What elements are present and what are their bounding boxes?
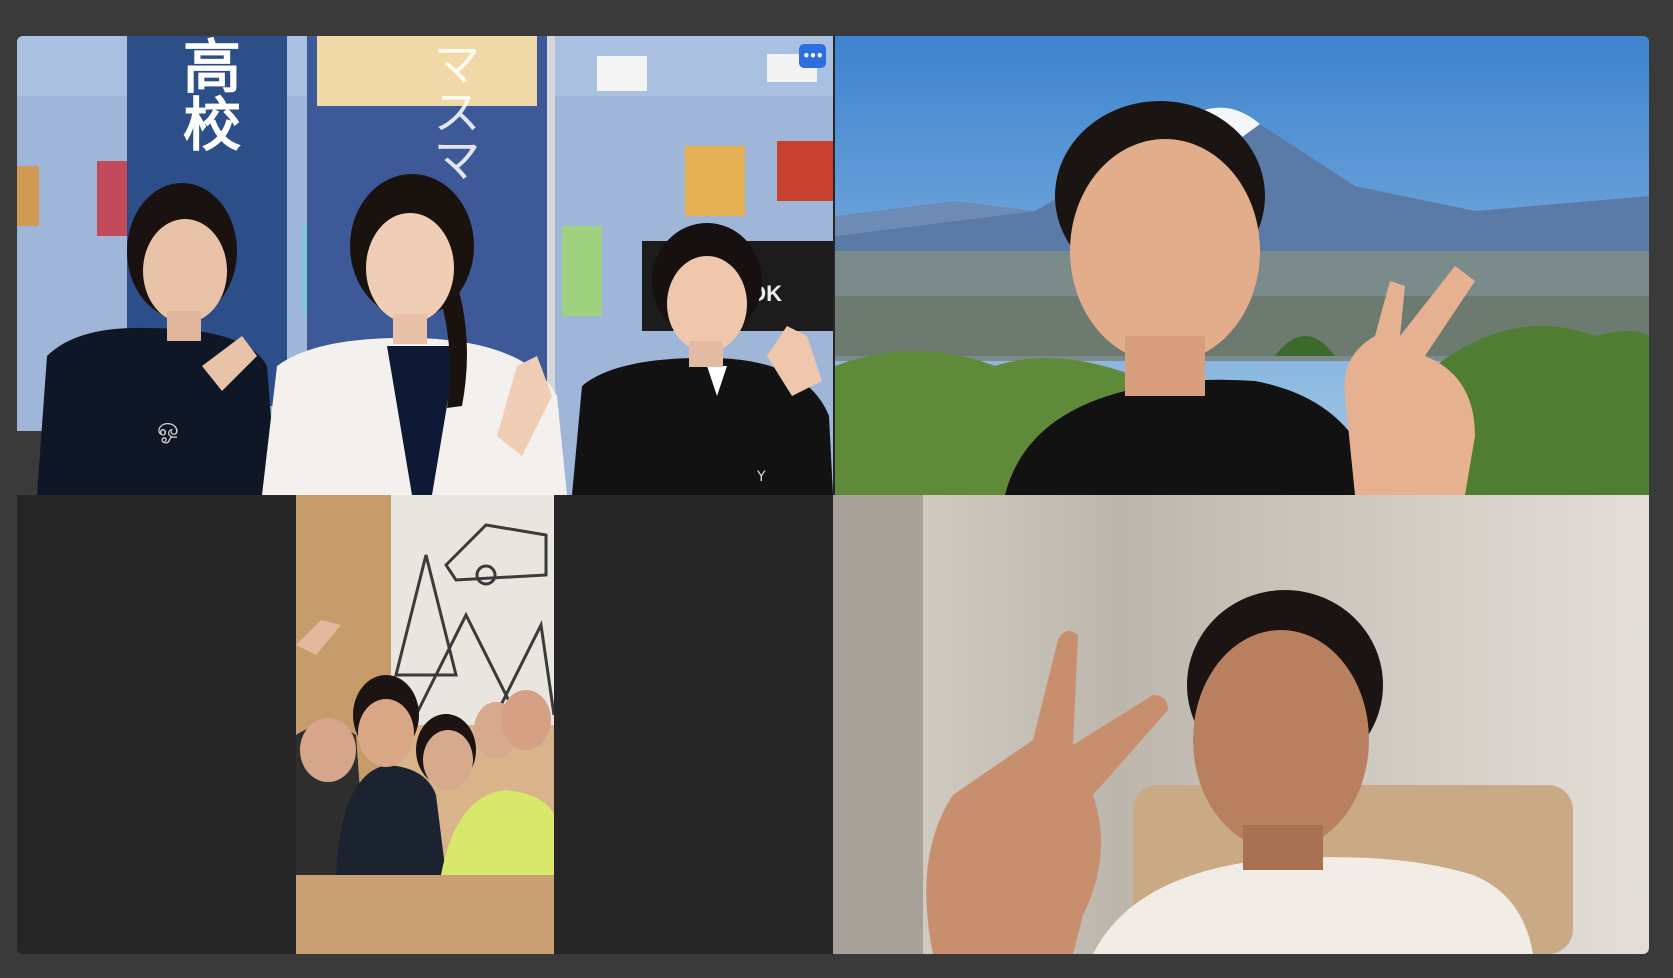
gallery-view: OUOK 土宮高校 マスマ ஓ — [17, 36, 1649, 954]
participant-video-mountain-background — [835, 36, 1649, 495]
video-tile-1[interactable]: OUOK 土宮高校 マスマ ஓ — [17, 36, 833, 495]
participant-video-indoor — [833, 495, 1649, 954]
banner2-text: マスマ — [424, 39, 480, 183]
participant-video-group — [296, 495, 554, 954]
video-tile-3[interactable] — [17, 495, 833, 954]
participant-video-classroom: OUOK 土宮高校 マスマ ஓ — [17, 36, 833, 495]
banner-text: 土宮高校 — [173, 36, 241, 152]
video-meeting-window: OUOK 土宮高校 マスマ ஓ — [0, 0, 1673, 978]
more-options-icon: ••• — [802, 49, 823, 63]
more-options-button[interactable]: ••• — [799, 44, 826, 68]
svg-text:ஓ: ஓ — [157, 413, 179, 444]
video-tile-2[interactable] — [835, 36, 1649, 495]
video-tile-4[interactable] — [833, 495, 1649, 954]
portrait-video-area — [296, 495, 554, 954]
svg-text:Y: Y — [756, 469, 766, 485]
